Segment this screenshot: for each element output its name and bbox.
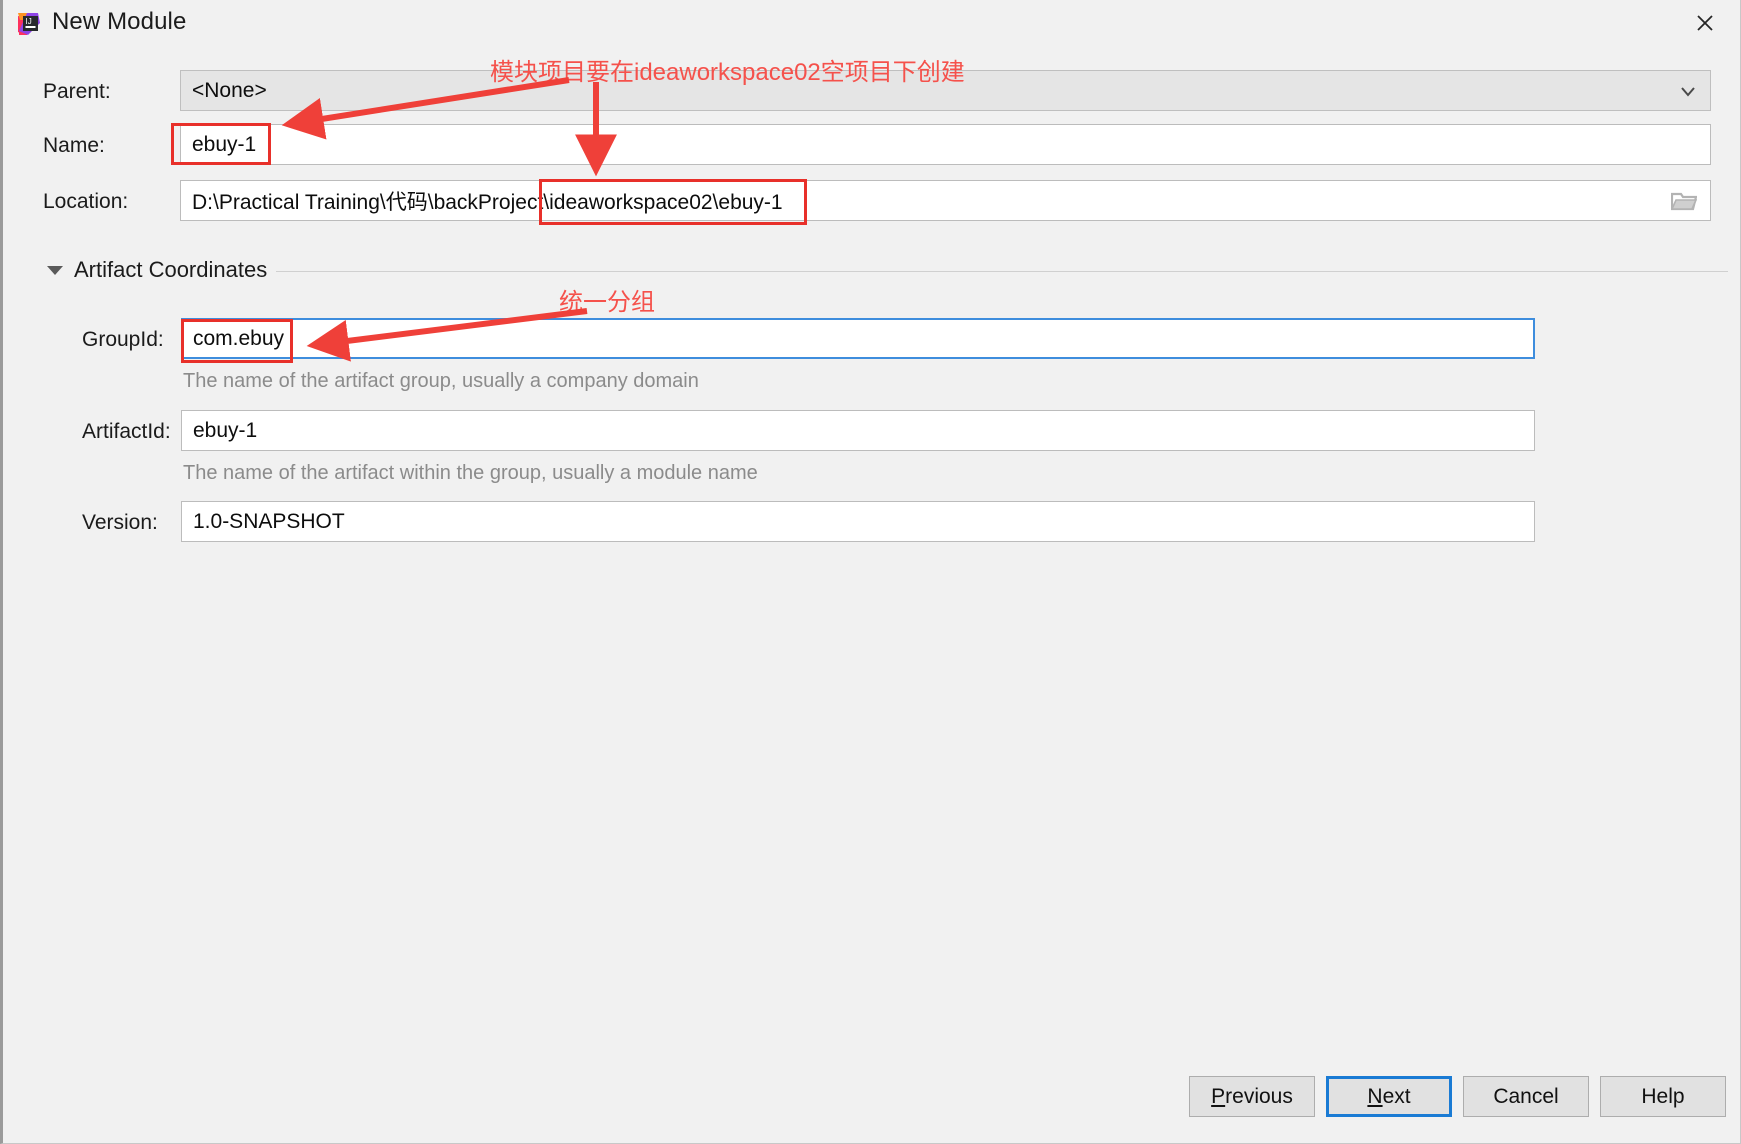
page-title: New Module [52, 8, 187, 35]
triangle-down-icon [47, 265, 63, 275]
location-input[interactable]: D:\Practical Training\代码\backProject\ide… [180, 180, 1711, 221]
annotation-overlay: 模块项目要在ideaworkspace02空项目下创建 统一分组 [3, 0, 1740, 1143]
previous-button-label: revious [1225, 1084, 1293, 1108]
parent-label: Parent: [43, 80, 111, 103]
next-button-mnemonic: N [1367, 1084, 1383, 1108]
dialog-button-bar: Previous Next Cancel Help [1189, 1076, 1726, 1117]
annotation-group-note: 统一分组 [559, 289, 655, 316]
group-id-input[interactable]: com.ebuy [181, 318, 1535, 359]
title-bar: IJ New Module [3, 0, 1740, 46]
artifact-id-value: ebuy-1 [193, 418, 258, 442]
name-input[interactable]: ebuy-1 [180, 124, 1711, 165]
annotation-arrows [281, 77, 617, 362]
location-label: Location: [43, 190, 129, 213]
artifact-id-hint: The name of the artifact within the grou… [183, 462, 758, 484]
svg-text:IJ: IJ [26, 17, 32, 26]
close-icon[interactable] [1684, 6, 1726, 40]
previous-button[interactable]: Previous [1189, 1076, 1315, 1117]
folder-open-icon[interactable] [1670, 190, 1698, 212]
version-value: 1.0-SNAPSHOT [193, 509, 345, 533]
next-button-label: ext [1382, 1084, 1411, 1108]
artifact-coordinates-section-toggle[interactable]: Artifact Coordinates [47, 257, 267, 283]
name-label: Name: [43, 134, 105, 157]
cancel-button-label: Cancel [1493, 1084, 1559, 1108]
help-button[interactable]: Help [1600, 1076, 1726, 1117]
artifact-coordinates-label: Artifact Coordinates [74, 257, 268, 282]
artifact-id-label: ArtifactId: [82, 420, 171, 443]
name-value: ebuy-1 [192, 132, 257, 156]
help-button-label: Help [1641, 1084, 1685, 1108]
parent-value: <None> [192, 78, 267, 102]
new-module-dialog: IJ New Module Parent: <None> Name: ebuy-… [0, 0, 1741, 1144]
intellij-idea-icon: IJ [16, 11, 42, 37]
chevron-down-icon [1678, 81, 1698, 101]
group-id-hint: The name of the artifact group, usually … [183, 370, 699, 392]
next-button[interactable]: Next [1326, 1076, 1452, 1117]
group-id-value: com.ebuy [193, 326, 285, 350]
artifact-id-input[interactable]: ebuy-1 [181, 410, 1535, 451]
version-input[interactable]: 1.0-SNAPSHOT [181, 501, 1535, 542]
location-value: D:\Practical Training\代码\backProject\ide… [192, 190, 783, 214]
version-label: Version: [82, 511, 158, 534]
section-divider [276, 271, 1728, 272]
previous-button-mnemonic: P [1211, 1084, 1226, 1108]
cancel-button[interactable]: Cancel [1463, 1076, 1589, 1117]
group-id-label: GroupId: [82, 328, 164, 351]
parent-combobox[interactable]: <None> [180, 70, 1711, 111]
